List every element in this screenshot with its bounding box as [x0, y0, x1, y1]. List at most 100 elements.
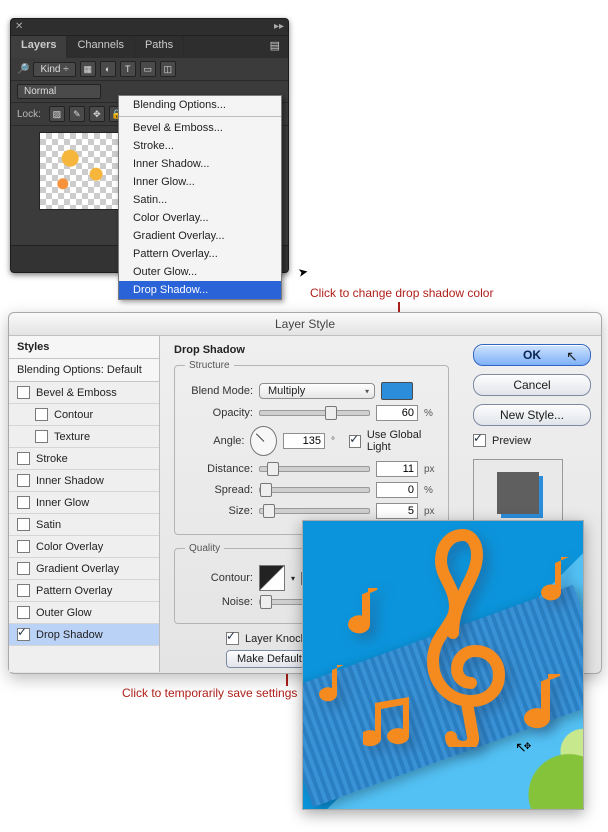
menu-bevel-emboss[interactable]: Bevel & Emboss... — [119, 119, 281, 137]
effect-satin[interactable]: Satin — [9, 514, 159, 536]
angle-label: Angle: — [185, 435, 244, 447]
menu-inner-shadow[interactable]: Inner Shadow... — [119, 155, 281, 173]
cancel-button[interactable]: Cancel — [473, 374, 591, 396]
global-light-label: Use Global Light — [367, 429, 438, 453]
contour-label: Contour: — [185, 572, 253, 584]
result-preview: ↖✥ — [302, 520, 584, 810]
spread-slider[interactable] — [259, 487, 370, 493]
filter-pixel-icon[interactable]: ▦ — [80, 61, 96, 77]
effect-bevel-emboss[interactable]: Bevel & Emboss — [9, 382, 159, 404]
treble-clef-icon — [408, 527, 518, 747]
filter-smart-icon[interactable]: ◫ — [160, 61, 176, 77]
size-slider[interactable] — [259, 508, 370, 514]
opacity-slider[interactable] — [259, 410, 370, 416]
menu-gradient-overlay[interactable]: Gradient Overlay... — [119, 227, 281, 245]
music-note-icon — [513, 671, 567, 739]
structure-legend: Structure — [185, 360, 234, 371]
new-style-button[interactable]: New Style... — [473, 404, 591, 426]
spread-label: Spread: — [185, 484, 253, 496]
effect-gradient-overlay[interactable]: Gradient Overlay — [9, 558, 159, 580]
noise-label: Noise: — [185, 596, 253, 608]
effect-stroke[interactable]: Stroke — [9, 448, 159, 470]
music-note-icon — [339, 585, 383, 643]
menu-satin[interactable]: Satin... — [119, 191, 281, 209]
angle-dial[interactable] — [250, 426, 277, 456]
effect-outer-glow[interactable]: Outer Glow — [9, 602, 159, 624]
layer-knocks-checkbox[interactable] — [226, 632, 239, 645]
effect-color-overlay[interactable]: Color Overlay — [9, 536, 159, 558]
cursor-icon: ↖ — [566, 348, 578, 365]
opacity-label: Opacity: — [185, 407, 253, 419]
angle-unit: ° — [331, 436, 343, 447]
preview-thumbnail — [473, 459, 563, 527]
callout-color-text: Click to change drop shadow color — [310, 286, 493, 300]
menu-color-overlay[interactable]: Color Overlay... — [119, 209, 281, 227]
distance-label: Distance: — [185, 463, 253, 475]
menu-inner-glow[interactable]: Inner Glow... — [119, 173, 281, 191]
move-cursor-icon: ↖✥ — [515, 739, 534, 756]
lock-position-icon[interactable]: ✥ — [89, 106, 105, 122]
panel-menu-icon[interactable]: ▤ — [262, 36, 288, 58]
blend-mode-select[interactable]: Multiply — [259, 383, 375, 399]
shadow-color-swatch[interactable] — [381, 382, 413, 400]
panel-titlebar: ✕ ▸▸ — [11, 19, 288, 36]
tab-layers[interactable]: Layers — [11, 36, 67, 58]
structure-group: Structure Blend Mode: Multiply Opacity: … — [174, 360, 449, 535]
visibility-column[interactable] — [17, 132, 33, 210]
effect-texture[interactable]: Texture — [9, 426, 159, 448]
distance-slider[interactable] — [259, 466, 370, 472]
cursor-icon: ➤ — [297, 264, 309, 280]
music-note-icon — [315, 663, 349, 709]
blending-options-header[interactable]: Blending Options: Default — [9, 359, 159, 382]
opacity-input[interactable] — [376, 405, 418, 421]
layer-filter-row: 🔎 Kind ÷ ▦ ◐ T ▭ ◫ — [11, 58, 288, 81]
panel-tabs: Layers Channels Paths ▤ — [11, 36, 288, 58]
spread-input[interactable] — [376, 482, 418, 498]
blend-mode-label: Blend Mode: — [185, 385, 253, 397]
menu-outer-glow[interactable]: Outer Glow... — [119, 263, 281, 281]
opacity-unit: % — [424, 408, 438, 419]
blend-mode-select[interactable]: Normal — [17, 84, 101, 99]
menu-pattern-overlay[interactable]: Pattern Overlay... — [119, 245, 281, 263]
spread-unit: % — [424, 485, 438, 496]
size-unit: px — [424, 506, 438, 517]
effect-inner-shadow[interactable]: Inner Shadow — [9, 470, 159, 492]
contour-picker[interactable] — [259, 565, 285, 591]
size-input[interactable] — [376, 503, 418, 519]
filter-type-icon[interactable]: T — [120, 61, 136, 77]
global-light-checkbox[interactable] — [349, 435, 361, 448]
filter-shape-icon[interactable]: ▭ — [140, 61, 156, 77]
tab-channels[interactable]: Channels — [67, 36, 134, 58]
preview-checkbox[interactable] — [473, 434, 486, 447]
filter-kind-select[interactable]: Kind ÷ — [33, 62, 75, 77]
quality-legend: Quality — [185, 543, 224, 554]
tab-paths[interactable]: Paths — [135, 36, 184, 58]
collapse-icon[interactable]: ▸▸ — [274, 19, 284, 35]
music-note-icon — [363, 697, 423, 757]
effect-inner-glow[interactable]: Inner Glow — [9, 492, 159, 514]
effect-pattern-overlay[interactable]: Pattern Overlay — [9, 580, 159, 602]
size-label: Size: — [185, 505, 253, 517]
lock-label: Lock: — [17, 109, 41, 120]
filter-adjust-icon[interactable]: ◐ — [100, 61, 116, 77]
music-note-icon — [533, 555, 575, 611]
styles-list: Styles Blending Options: Default Bevel &… — [9, 336, 160, 672]
angle-input[interactable] — [283, 433, 325, 449]
distance-input[interactable] — [376, 461, 418, 477]
section-title: Drop Shadow — [174, 344, 449, 356]
lock-pixels-icon[interactable]: ✎ — [69, 106, 85, 122]
close-icon[interactable]: ✕ — [15, 19, 23, 35]
dialog-title: Layer Style — [9, 313, 601, 336]
menu-blending-options[interactable]: Blending Options... — [119, 96, 281, 114]
lock-transparent-icon[interactable]: ▨ — [49, 106, 65, 122]
menu-drop-shadow[interactable]: Drop Shadow... — [119, 281, 281, 299]
styles-header[interactable]: Styles — [9, 336, 159, 359]
preview-label: Preview — [492, 435, 531, 447]
menu-stroke[interactable]: Stroke... — [119, 137, 281, 155]
callout-save-text: Click to temporarily save settings — [122, 686, 297, 700]
effect-drop-shadow[interactable]: Drop Shadow — [9, 624, 159, 646]
effect-contour[interactable]: Contour — [9, 404, 159, 426]
make-default-button[interactable]: Make Default — [226, 650, 313, 668]
distance-unit: px — [424, 464, 438, 475]
fx-context-menu: Blending Options... Bevel & Emboss... St… — [118, 95, 282, 300]
